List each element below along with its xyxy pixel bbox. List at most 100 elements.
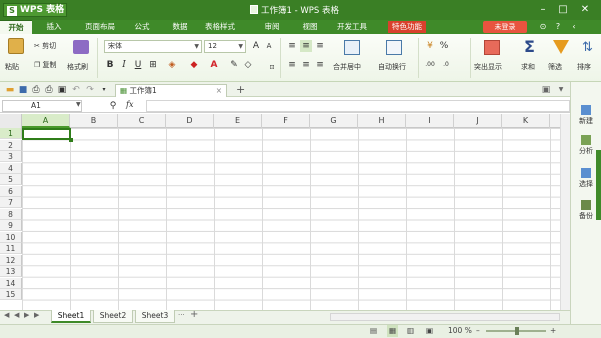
- sum-icon[interactable]: Σ: [524, 37, 535, 56]
- underline-button[interactable]: U: [132, 59, 144, 71]
- save-icon[interactable]: ■: [17, 84, 29, 96]
- align-middle-icon[interactable]: ≡: [300, 40, 312, 52]
- merge-center-icon[interactable]: [344, 40, 360, 55]
- clear-icon[interactable]: ◇: [242, 59, 254, 71]
- font-name-select[interactable]: 宋体 ▼: [104, 40, 202, 53]
- increase-decimal-icon[interactable]: .00: [424, 59, 436, 71]
- font-color-a-icon[interactable]: A: [208, 59, 220, 71]
- column-header[interactable]: E: [214, 114, 262, 128]
- redo-icon[interactable]: ↷: [84, 84, 96, 96]
- menu-home[interactable]: 开始: [0, 20, 32, 34]
- menu-special-features[interactable]: 特色功能: [388, 21, 426, 33]
- column-header[interactable]: A: [22, 114, 70, 128]
- taskpane-new[interactable]: 新建: [572, 105, 600, 126]
- row-header[interactable]: 3: [0, 151, 22, 162]
- chevron-down-icon[interactable]: ▼: [76, 101, 81, 108]
- zoom-in-icon[interactable]: +: [550, 325, 556, 337]
- bold-button[interactable]: B: [104, 59, 116, 71]
- tab-workbook1[interactable]: ▦ 工作簿1 ×: [115, 84, 227, 97]
- copy-button[interactable]: ❐ 复制: [34, 60, 57, 70]
- select-all-corner[interactable]: [0, 114, 22, 128]
- last-sheet-icon[interactable]: ▶: [34, 311, 39, 319]
- menu-formula[interactable]: 公式: [128, 20, 156, 34]
- row-header[interactable]: 12: [0, 254, 22, 266]
- page-break-view-icon[interactable]: ▦: [387, 325, 399, 337]
- reading-view-icon[interactable]: ▣: [426, 325, 433, 337]
- row-header[interactable]: 10: [0, 231, 22, 243]
- window-list-icon[interactable]: ▣: [540, 84, 552, 96]
- font-color-icon[interactable]: ◆: [188, 59, 200, 71]
- font-size-select[interactable]: 12 ▼: [204, 40, 246, 53]
- sheet-tab-2[interactable]: Sheet2: [93, 310, 133, 323]
- login-button[interactable]: 未登录: [483, 21, 527, 33]
- add-sheet-icon[interactable]: +: [190, 309, 198, 320]
- print-preview-icon[interactable]: ⎙: [43, 84, 55, 96]
- row-header[interactable]: 6: [0, 185, 22, 197]
- page-layout-view-icon[interactable]: ▥: [407, 325, 414, 337]
- paste-label[interactable]: 粘贴: [5, 62, 19, 72]
- sort-icon[interactable]: ⇅: [582, 40, 593, 55]
- highlight-icon[interactable]: [484, 40, 500, 55]
- column-header[interactable]: B: [70, 114, 118, 128]
- row-header[interactable]: 5: [0, 174, 22, 185]
- cut-button[interactable]: ✂ 剪切: [34, 41, 56, 51]
- align-bottom-icon[interactable]: ≡: [314, 40, 326, 52]
- row-header[interactable]: 7: [0, 197, 22, 208]
- percent-button[interactable]: %: [438, 40, 450, 52]
- help-icon[interactable]: ?: [552, 21, 564, 33]
- menu-data[interactable]: 数据: [166, 20, 194, 34]
- column-header[interactable]: H: [358, 114, 406, 128]
- row-header[interactable]: 8: [0, 208, 22, 220]
- currency-icon[interactable]: ¥: [424, 40, 436, 52]
- minimize-icon[interactable]: –: [535, 2, 551, 17]
- format-painter-icon[interactable]: [73, 40, 89, 54]
- print-icon[interactable]: ⎙: [30, 84, 42, 96]
- maximize-icon[interactable]: □: [555, 2, 571, 17]
- horizontal-scrollbar[interactable]: [330, 313, 560, 321]
- format-painter-label[interactable]: 格式刷: [67, 62, 88, 72]
- zoom-slider-handle[interactable]: [515, 327, 519, 335]
- menu-review[interactable]: 审阅: [258, 20, 286, 34]
- cell-area[interactable]: [22, 128, 570, 310]
- more-sheets-icon[interactable]: ···: [178, 311, 185, 319]
- export-pdf-icon[interactable]: ▣: [56, 84, 68, 96]
- next-sheet-icon[interactable]: ▶: [24, 311, 29, 319]
- chevron-down-icon[interactable]: ▼: [555, 84, 567, 96]
- column-header[interactable]: F: [262, 114, 310, 128]
- font-settings-icon[interactable]: ⊡: [266, 62, 278, 74]
- app-menu-button[interactable]: SWPS 表格▼: [3, 3, 67, 26]
- close-icon[interactable]: ✕: [577, 2, 593, 17]
- text-direction-icon[interactable]: ✎: [228, 59, 240, 71]
- active-cell-a1[interactable]: [22, 128, 73, 142]
- zoom-out-icon[interactable]: –: [476, 325, 480, 337]
- row-header[interactable]: 15: [0, 289, 22, 300]
- zoom-search-icon[interactable]: ⚲: [107, 100, 119, 112]
- align-top-icon[interactable]: ≡: [286, 40, 298, 52]
- skin-icon[interactable]: ⊙: [537, 21, 549, 33]
- sort-button[interactable]: 排序: [577, 62, 591, 72]
- column-header[interactable]: I: [406, 114, 454, 128]
- column-header[interactable]: K: [502, 114, 550, 128]
- close-icon[interactable]: ×: [216, 85, 222, 97]
- merge-center-button[interactable]: 合并居中: [333, 62, 361, 72]
- align-center-icon[interactable]: ≡: [300, 59, 312, 71]
- highlight-button[interactable]: 突出显示: [474, 62, 502, 72]
- filter-icon[interactable]: [553, 40, 569, 54]
- normal-view-icon[interactable]: ▤: [370, 325, 377, 337]
- sheet-tab-3[interactable]: Sheet3: [135, 310, 175, 323]
- column-header[interactable]: J: [454, 114, 502, 128]
- wrap-text-button[interactable]: 自动换行: [378, 62, 406, 72]
- name-box[interactable]: A1: [2, 100, 82, 112]
- row-header[interactable]: 4: [0, 162, 22, 174]
- row-header[interactable]: 1: [0, 128, 22, 139]
- spreadsheet-grid[interactable]: A B C D E F G H I J K 1 2 3 4 5 6 7 8 9 …: [0, 114, 570, 310]
- prev-sheet-icon[interactable]: ◀: [14, 311, 19, 319]
- minimize-ribbon-icon[interactable]: ‹: [568, 21, 580, 33]
- grow-font-icon[interactable]: A: [250, 40, 262, 52]
- menu-view[interactable]: 视图: [296, 20, 324, 34]
- row-header[interactable]: 11: [0, 243, 22, 254]
- zoom-level[interactable]: 100 %: [448, 325, 472, 337]
- first-sheet-icon[interactable]: ◀: [4, 311, 9, 319]
- shrink-font-icon[interactable]: A: [263, 40, 275, 52]
- add-tab-icon[interactable]: +: [236, 84, 245, 96]
